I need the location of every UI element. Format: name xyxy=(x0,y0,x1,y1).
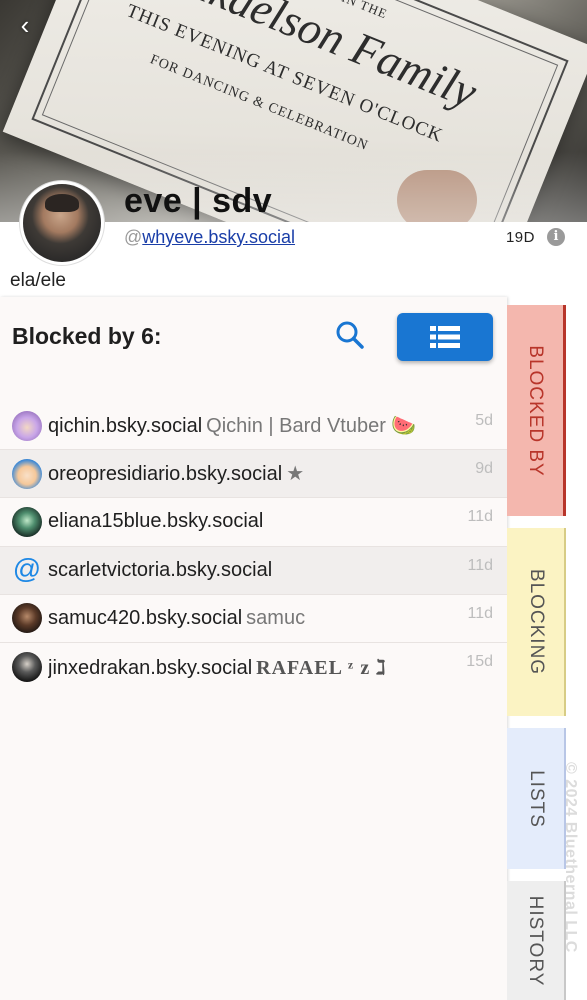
search-icon[interactable] xyxy=(334,319,366,351)
tab-blocking-label: BLOCKING xyxy=(525,568,547,676)
blocked-by-list: qichin.bsky.social Qichin | Bard Vtuber 🍉… xyxy=(0,402,507,691)
user-avatar xyxy=(12,506,42,537)
block-age: 11d xyxy=(467,604,493,622)
tab-blocking[interactable]: BLOCKING xyxy=(507,528,566,716)
blocked-by-panel: Blocked by 6: qichin.bsky.social Qichin |… xyxy=(0,297,507,1000)
profile-pronouns: ela/ele xyxy=(10,270,66,291)
user-display-name: samuc xyxy=(246,606,306,629)
default-avatar-icon: @ xyxy=(12,555,42,585)
panel-title: Blocked by 6: xyxy=(12,323,162,349)
profile-banner: PLEASE JOIN THE Mikaelson Family THIS EV… xyxy=(0,0,587,222)
user-handle: samuc420.bsky.social xyxy=(48,606,243,629)
block-age: 11d xyxy=(467,508,493,526)
block-age: 9d xyxy=(475,460,493,478)
user-avatar xyxy=(12,410,42,441)
user-display-name: RAFAEL ᶻ z ℷ xyxy=(256,656,387,679)
tab-lists[interactable]: LISTS xyxy=(507,728,566,869)
handle-link[interactable]: whyeve.bsky.social xyxy=(142,227,295,247)
user-handle: eliana15blue.bsky.social xyxy=(48,510,264,533)
list-view-icon xyxy=(430,326,460,348)
block-age: 5d xyxy=(475,412,493,429)
list-item[interactable]: jinxedrakan.bsky.social RAFAEL ᶻ z ℷ 15d xyxy=(0,643,507,691)
user-avatar xyxy=(12,458,42,489)
list-view-button[interactable] xyxy=(397,313,493,361)
info-icon[interactable]: i xyxy=(547,228,565,246)
list-item[interactable]: qichin.bsky.social Qichin | Bard Vtuber 🍉… xyxy=(0,402,507,451)
block-age: 15d xyxy=(466,652,493,670)
avatar-image xyxy=(23,184,101,262)
profile-avatar[interactable] xyxy=(20,181,104,265)
account-age: 19D xyxy=(505,229,535,246)
tab-blocked-by-label: BLOCKED BY xyxy=(525,344,546,477)
user-handle: jinxedrakan.bsky.social xyxy=(48,656,253,679)
list-item[interactable]: @ scarletvictoria.bsky.social 11d xyxy=(0,546,507,595)
tab-history[interactable]: HISTORY xyxy=(507,881,566,1000)
user-avatar xyxy=(12,603,42,634)
user-display-name: ★ xyxy=(286,463,305,486)
user-handle: oreopresidiario.bsky.social xyxy=(48,463,283,486)
user-handle: qichin.bsky.social xyxy=(48,415,203,438)
display-name: eve | sdv xyxy=(124,182,273,220)
profile-handle: @whyeve.bsky.social xyxy=(124,227,295,248)
block-age: 11d xyxy=(467,556,493,574)
user-display-name: Qichin | Bard Vtuber 🍉 xyxy=(206,415,417,438)
list-item[interactable]: eliana15blue.bsky.social 11d xyxy=(0,498,507,547)
back-button[interactable]: ‹ xyxy=(10,10,40,44)
handle-prefix: @ xyxy=(124,227,143,247)
list-item[interactable]: samuc420.bsky.social samuc 11d xyxy=(0,595,507,643)
list-item[interactable]: oreopresidiario.bsky.social ★ 9d xyxy=(0,450,507,499)
tab-lists-label: LISTS xyxy=(525,769,547,828)
user-avatar xyxy=(12,652,42,683)
copyright-text: © 2024 Bluethernal LLC xyxy=(562,762,579,953)
tab-history-label: HISTORY xyxy=(525,895,546,987)
user-handle: scarletvictoria.bsky.social xyxy=(48,558,273,581)
tab-blocked-by[interactable]: BLOCKED BY xyxy=(507,305,566,516)
app-root: PLEASE JOIN THE Mikaelson Family THIS EV… xyxy=(0,0,587,1000)
